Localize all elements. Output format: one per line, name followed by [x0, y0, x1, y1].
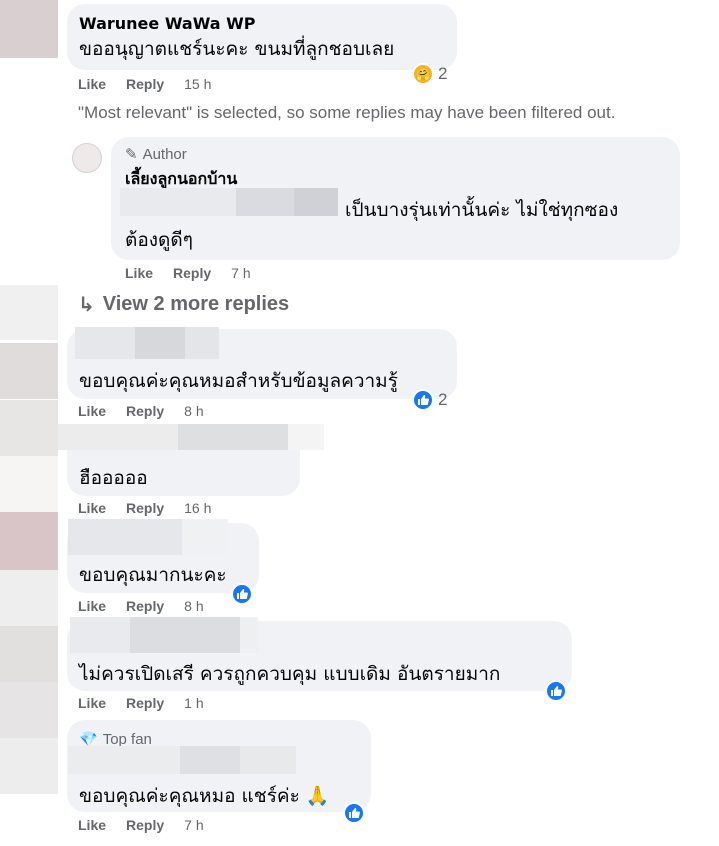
- author-label: Author: [142, 145, 187, 163]
- author-badge: ✎ Author: [125, 145, 666, 164]
- comment-text: ไม่ควรเปิดเสรี ควรถูกควบคุม แบบเดิม อันต…: [79, 663, 501, 685]
- author-avatar[interactable]: [72, 143, 102, 173]
- reaction-summary[interactable]: 2: [412, 389, 447, 411]
- like-reaction-icon: [231, 583, 253, 605]
- reaction-summary[interactable]: [231, 583, 253, 605]
- reply-button[interactable]: Reply: [126, 76, 164, 92]
- like-reaction-icon: [343, 802, 365, 824]
- comment-text: ขอบคุณค่ะคุณหมอสำหรับข้อมูลความรู้: [79, 370, 398, 392]
- redacted-name: [240, 746, 296, 774]
- redacted-block: [120, 188, 236, 216]
- comment-actions: Like Reply 7 h: [78, 817, 204, 833]
- avatar[interactable]: [0, 738, 58, 794]
- avatar[interactable]: [0, 400, 58, 456]
- like-button[interactable]: Like: [78, 76, 106, 92]
- redacted-name: [70, 617, 130, 653]
- comment-actions: Like Reply 8 h: [78, 403, 204, 419]
- reaction-summary[interactable]: 🤗 2: [412, 63, 447, 85]
- like-button[interactable]: Like: [78, 500, 106, 516]
- comment-actions: Like Reply 16 h: [78, 500, 211, 516]
- comment-text: ฮือออออ: [79, 467, 148, 489]
- comment-actions: Like Reply 15 h: [78, 76, 211, 92]
- reaction-summary[interactable]: [343, 802, 365, 824]
- redacted-name: [240, 617, 258, 653]
- timestamp[interactable]: 7 h: [184, 817, 203, 833]
- like-button[interactable]: Like: [78, 817, 106, 833]
- reply-button[interactable]: Reply: [126, 817, 164, 833]
- like-button[interactable]: Like: [78, 695, 106, 711]
- redacted-name: [68, 746, 180, 774]
- timestamp[interactable]: 15 h: [184, 76, 211, 92]
- like-button[interactable]: Like: [78, 403, 106, 419]
- comment-bubble: Warunee WaWa WP ขออนุญาตแชร์นะคะ ขนมที่ล…: [67, 4, 457, 70]
- reaction-count: 2: [438, 390, 448, 409]
- reaction-count: 2: [438, 64, 448, 83]
- filter-note: "Most relevant" is selected, so some rep…: [78, 103, 616, 122]
- avatar[interactable]: [0, 456, 58, 512]
- avatar[interactable]: [0, 343, 58, 399]
- redacted-block: [236, 188, 294, 216]
- pencil-icon: ✎: [125, 146, 138, 163]
- reply-button[interactable]: Reply: [126, 403, 164, 419]
- timestamp[interactable]: 16 h: [184, 500, 211, 516]
- comment-actions: Like Reply 7 h: [125, 265, 251, 281]
- redacted-name: [68, 519, 182, 555]
- timestamp[interactable]: 8 h: [184, 598, 203, 614]
- timestamp[interactable]: 7 h: [231, 265, 250, 281]
- redacted-name: [75, 327, 135, 359]
- avatar[interactable]: [0, 285, 58, 340]
- comment-text: ขอบคุณค่ะคุณหมอ แชร์ค่ะ 🙏: [79, 785, 330, 807]
- redacted-name: [180, 746, 240, 774]
- avatar[interactable]: [0, 512, 58, 570]
- avatar[interactable]: [0, 0, 58, 58]
- comment-text: ขอบคุณมากนะคะ: [79, 564, 227, 586]
- like-reaction-icon: [412, 389, 434, 411]
- redacted-name: [288, 424, 324, 450]
- reply-button[interactable]: Reply: [126, 598, 164, 614]
- avatar[interactable]: [0, 570, 58, 626]
- redacted-name: [135, 327, 185, 359]
- view-more-replies[interactable]: ↳ View 2 more replies: [78, 292, 289, 317]
- like-reaction-icon: [545, 680, 567, 702]
- comment-actions: Like Reply 8 h: [78, 598, 204, 614]
- redacted-name: [178, 424, 288, 450]
- top-fan-label: Top fan: [102, 730, 152, 748]
- reply-button[interactable]: Reply: [126, 500, 164, 516]
- comment-text: ต้องดูดีๆ: [125, 229, 193, 251]
- reply-arrow-icon: ↳: [78, 294, 95, 316]
- like-button[interactable]: Like: [125, 265, 153, 281]
- redacted-name: [130, 617, 240, 653]
- comment-actions: Like Reply 1 h: [78, 695, 204, 711]
- timestamp[interactable]: 1 h: [184, 695, 203, 711]
- comment-author[interactable]: Warunee WaWa WP: [79, 14, 445, 33]
- comment-text: ขออนุญาตแชร์นะคะ ขนมที่ลูกชอบเลย: [79, 38, 395, 60]
- care-reaction-icon: 🤗: [412, 63, 434, 85]
- avatar[interactable]: [0, 682, 58, 738]
- reply-button[interactable]: Reply: [126, 695, 164, 711]
- like-button[interactable]: Like: [78, 598, 106, 614]
- avatar[interactable]: [0, 626, 58, 682]
- redacted-name: [185, 327, 219, 359]
- redacted-block: [294, 188, 338, 216]
- timestamp[interactable]: 8 h: [184, 403, 203, 419]
- redacted-name: [182, 519, 228, 555]
- redacted-name: [58, 424, 178, 450]
- reply-button[interactable]: Reply: [173, 265, 211, 281]
- reaction-summary[interactable]: [545, 680, 567, 702]
- view-more-label: View 2 more replies: [102, 293, 290, 315]
